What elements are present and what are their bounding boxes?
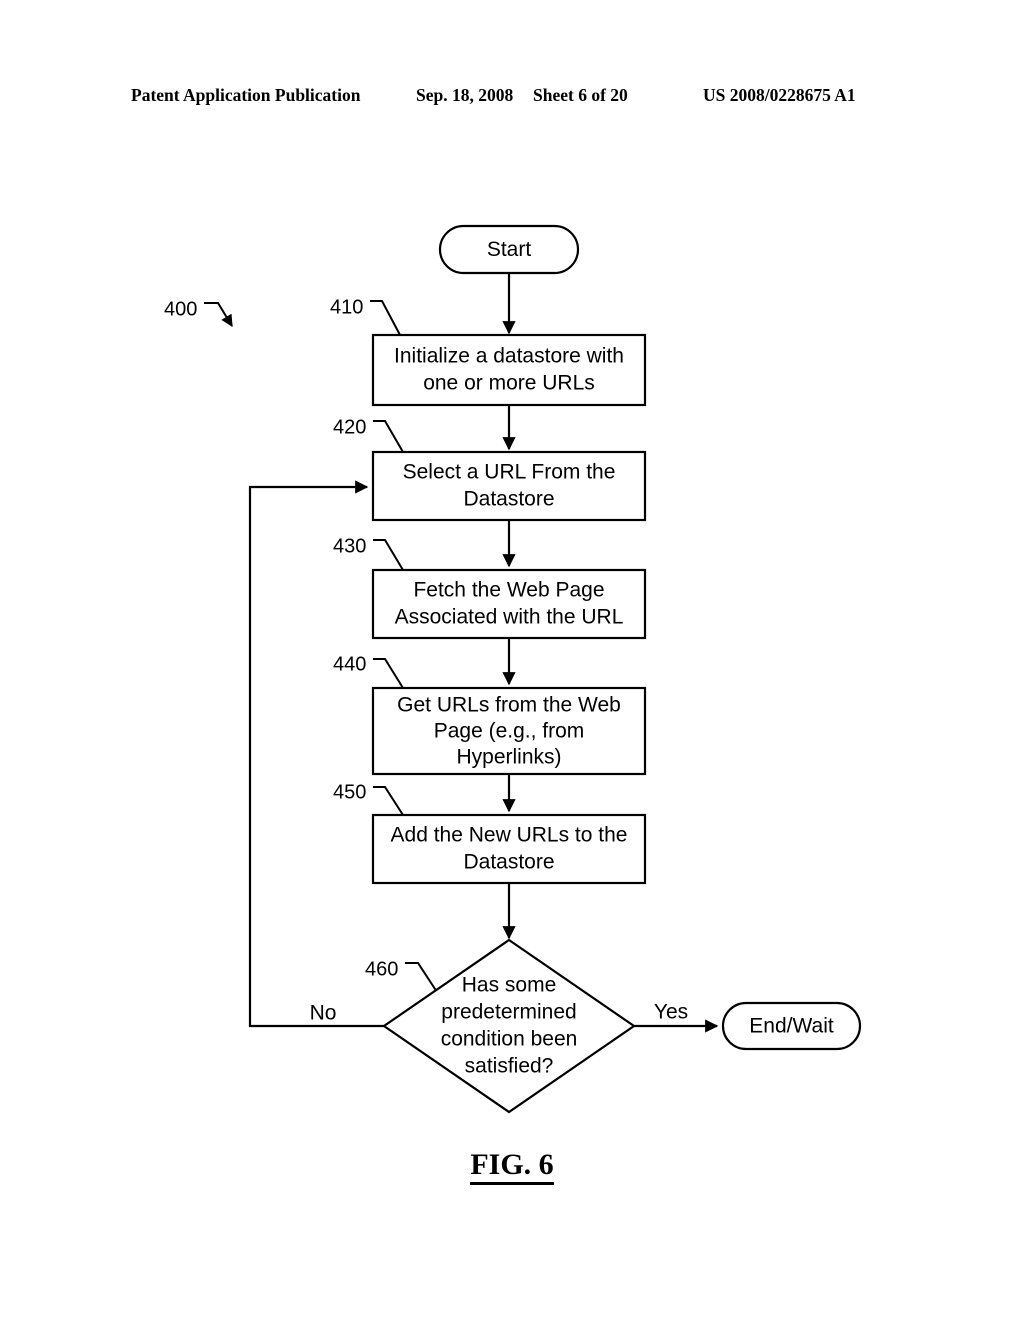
diagram-reference-400: 400 [164, 298, 233, 328]
node-420: 420 Select a URL From the Datastore [333, 416, 647, 522]
ref-label-430: 430 [333, 535, 366, 557]
node-end: End/Wait [721, 1001, 862, 1051]
diamond-460 [382, 938, 636, 1114]
patent-figure-page: Patent Application Publication Sep. 18, … [0, 0, 1024, 1320]
ref-label-400: 400 [164, 298, 197, 320]
branch-no: No [248, 480, 384, 1028]
node-410: 410 Initialize a datastore with one or m… [330, 296, 647, 407]
box-430-line1: Fetch the Web Page [413, 579, 604, 602]
box-410-line1: Initialize a datastore with [394, 345, 624, 368]
box-420-line2: Datastore [463, 488, 554, 511]
ref-label-460: 460 [365, 958, 398, 980]
ref-label-420: 420 [333, 416, 366, 438]
diamond-460-line1: Has some [462, 974, 557, 997]
figure-caption-text: FIG. 6 [470, 1148, 554, 1185]
branch-yes: Yes [634, 1001, 719, 1033]
node-430: 430 Fetch the Web Page Associated with t… [333, 535, 647, 640]
branch-label-yes: Yes [654, 1001, 688, 1024]
ref-label-450: 450 [333, 781, 366, 803]
box-410-line2: one or more URLs [423, 372, 595, 395]
box-420-line1: Select a URL From the [403, 461, 616, 484]
ref-label-440: 440 [333, 653, 366, 675]
ref-label-410: 410 [330, 296, 363, 318]
node-start: Start [438, 224, 580, 275]
box-430-line2: Associated with the URL [395, 606, 624, 629]
diamond-460-line2: predetermined [441, 1001, 576, 1024]
diamond-460-line4: satisfied? [465, 1055, 554, 1078]
figure-caption: FIG. 6 [0, 1148, 1024, 1185]
flowchart: 400 Start 410 Initialize a datastore wit… [164, 224, 862, 1114]
connector-no-feedback [248, 480, 384, 1028]
end-label: End/Wait [749, 1015, 834, 1038]
box-440-line3: Hyperlinks) [456, 746, 561, 769]
box-440-line1: Get URLs from the Web [397, 694, 621, 717]
diamond-460-line3: condition been [441, 1028, 578, 1051]
node-440: 440 Get URLs from the Web Page (e.g., fr… [333, 653, 647, 776]
node-460: 460 Has some predetermined condition bee… [365, 938, 636, 1114]
start-label: Start [487, 238, 532, 261]
branch-label-no: No [310, 1002, 337, 1025]
node-450: 450 Add the New URLs to the Datastore [333, 781, 647, 885]
box-450-line1: Add the New URLs to the [391, 824, 628, 847]
box-440-line2: Page (e.g., from [434, 720, 585, 743]
box-450-line2: Datastore [463, 851, 554, 874]
